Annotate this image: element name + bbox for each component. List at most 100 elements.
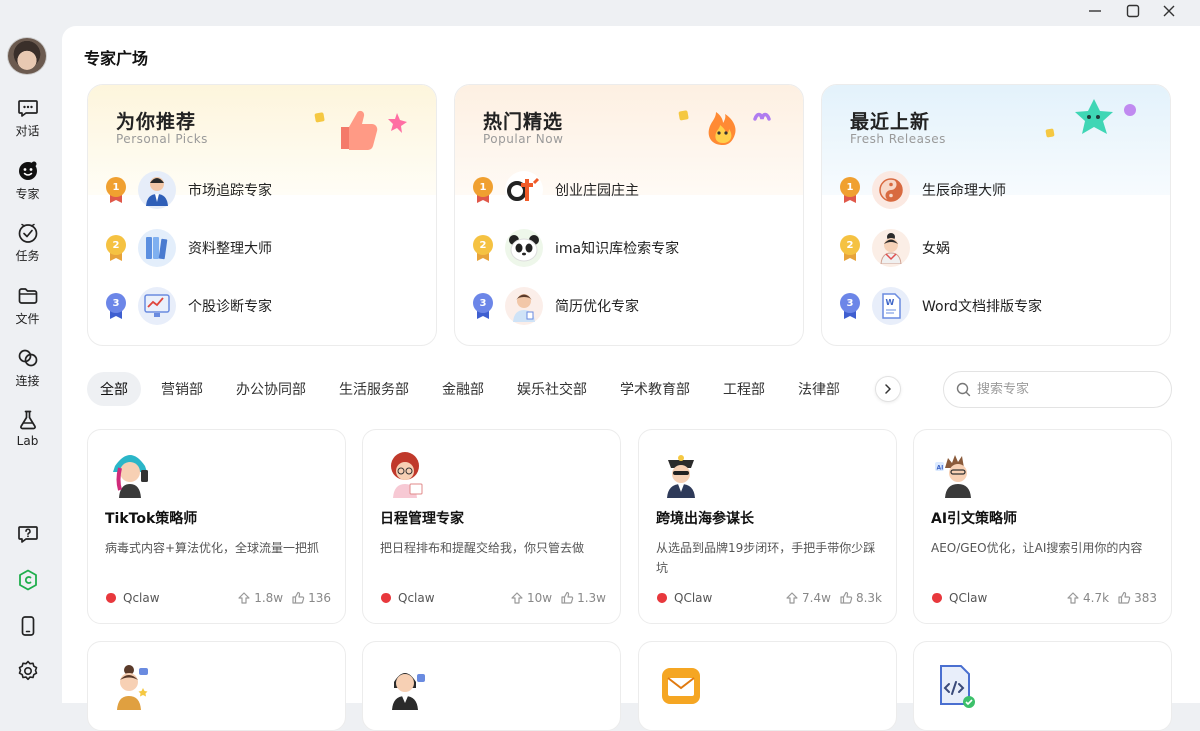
views-stat: 10w [510,591,552,605]
nav-item-expert[interactable]: 专家 [0,159,55,202]
rank-badge-1: 1 [472,177,494,203]
qclaw-logo-icon [106,593,116,603]
tabs-scroll-right-button[interactable] [875,376,901,402]
expert-card[interactable]: AI AI引文策略师 AEO/GEO优化，让AI搜索引用你的内容 QClaw 4… [913,429,1172,624]
settings-icon [18,660,38,681]
chevron-right-icon [885,384,891,394]
minimize-icon [1089,10,1101,12]
recommend-subtitle: Fresh Releases [850,132,946,146]
recommend-item[interactable]: 2 ima知识库检索专家 [472,228,679,268]
folder-icon [18,288,37,304]
expert-name: 创业庄园庄主 [555,183,639,199]
tab-marketing[interactable]: 营销部 [148,372,216,406]
task-icon [18,223,37,243]
nav-item-files[interactable]: 文件 [0,284,55,327]
main-panel: 专家广场 为你推荐 Personal Picks 1 市场追踪专家 2 资料整理… [62,26,1200,731]
expert-icon [18,161,37,180]
views-icon [238,592,250,604]
recommend-item[interactable]: 3 简历优化专家 [472,286,639,326]
expert-name: 市场追踪专家 [188,183,272,199]
recommend-item[interactable]: 2 资料整理大师 [105,228,272,268]
expert-card-avatar [655,658,707,710]
search-input[interactable] [977,382,1157,397]
minimize-button[interactable] [1084,2,1106,20]
thumb-up-icon [840,591,853,604]
author-name: Qclaw [398,591,435,605]
nav-label-files: 文件 [15,312,40,326]
expert-card[interactable] [913,641,1172,731]
expert-card-avatar: AI [930,446,982,498]
recommend-item[interactable]: 3 个股诊断专家 [105,286,272,326]
user-avatar[interactable] [7,37,47,75]
expert-card-footer: Qclaw 1.8w 136 [105,590,331,606]
expert-card[interactable] [362,641,621,731]
tab-all[interactable]: 全部 [87,372,141,406]
qclaw-logo-icon [932,593,942,603]
likes-stat: 8.3k [839,591,882,605]
likes-stat: 383 [1117,591,1157,605]
expert-name: 生辰命理大师 [922,183,1006,199]
expert-name: 个股诊断专家 [188,299,272,315]
expert-card-avatar [655,446,707,498]
tab-finance[interactable]: 金融部 [429,372,497,406]
sidebar: 对话 专家 任务 文件 连接 Lab [0,0,62,703]
settings-button[interactable] [16,659,40,683]
thumb-up-icon [292,591,305,604]
recommend-item[interactable]: 1 市场追踪专家 [105,170,272,210]
close-button[interactable] [1158,2,1180,20]
likes-stat: 1.3w [560,591,606,605]
views-icon [511,592,523,604]
page-title: 专家广场 [84,49,149,68]
category-tabs: 全部 营销部 办公协同部 生活服务部 金融部 娱乐社交部 学术教育部 工程部 法… [87,371,897,407]
views-stat: 4.7k [1066,591,1109,605]
expert-card[interactable]: 日程管理专家 把日程排布和提醒交给我，你只管去做 Qclaw 10w 1.3w [362,429,621,624]
recommend-item[interactable]: 2 女娲 [839,228,950,268]
maximize-button[interactable] [1122,2,1144,20]
expert-card[interactable]: 跨境出海参谋长 从选品到品牌19步闭环，手把手带你少踩坑 QClaw 7.4w … [638,429,897,624]
expert-card[interactable]: TikTok策略师 病毒式内容+算法优化，全球流量一把抓 Qclaw 1.8w … [87,429,346,624]
tab-office[interactable]: 办公协同部 [223,372,319,406]
author: Qclaw [380,591,502,605]
views-stat: 7.4w [785,591,831,605]
window-titlebar [0,0,1200,26]
author: Qclaw [105,591,229,605]
close-icon [1163,5,1175,17]
qclaw-button[interactable] [16,568,40,592]
rank-badge-1: 1 [839,177,861,203]
svg-text:W: W [886,298,895,307]
flask-icon [19,410,36,430]
expert-card[interactable] [638,641,897,731]
recommend-title: 热门精选 [483,111,564,133]
phone-button[interactable] [16,614,40,638]
tab-entertainment[interactable]: 娱乐社交部 [504,372,600,406]
tab-engineering[interactable]: 工程部 [710,372,778,406]
nav-item-task[interactable]: 任务 [0,221,55,264]
nav-item-lab[interactable]: Lab [0,408,55,448]
author-name: QClaw [949,591,988,605]
rank-badge-3: 3 [472,293,494,319]
expert-card[interactable] [87,641,346,731]
nav-item-connect[interactable]: 连接 [0,346,55,389]
rank-badge-2: 2 [472,235,494,261]
expert-avatar [138,229,176,267]
nav-label-lab: Lab [16,434,39,448]
tab-life-service[interactable]: 生活服务部 [326,372,422,406]
recommend-title: 最近上新 [850,111,931,133]
recommend-subtitle: Personal Picks [116,132,208,146]
expert-card-avatar [104,446,156,498]
recommend-item[interactable]: 1 创业庄园庄主 [472,170,639,210]
help-icon [18,526,38,543]
recommend-card-popular: 热门精选 Popular Now 1 创业庄园庄主 2 ima知识库检索专家 3 [454,84,804,346]
thumb-up-icon [561,591,574,604]
help-button[interactable] [16,522,40,546]
recommend-item[interactable]: 3 W Word文档排版专家 [839,286,1042,326]
expert-card-footer: QClaw 7.4w 8.3k [656,590,882,606]
expert-avatar [505,287,543,325]
tab-academic[interactable]: 学术教育部 [607,372,703,406]
views-icon [1067,592,1079,604]
expert-card-desc: AEO/GEO优化，让AI搜索引用你的内容 [931,541,1143,555]
nav-item-chat[interactable]: 对话 [0,96,55,139]
nav-label-chat: 对话 [15,124,40,138]
recommend-item[interactable]: 1 生辰命理大师 [839,170,1006,210]
phone-icon [21,616,35,636]
